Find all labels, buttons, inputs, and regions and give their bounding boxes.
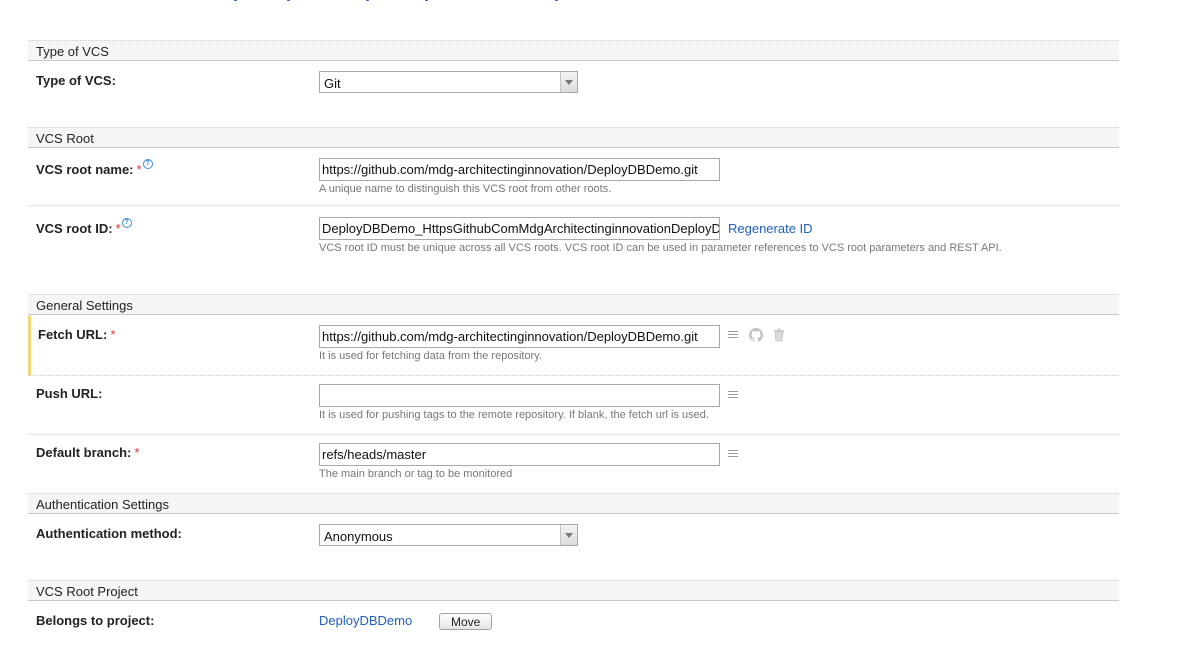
vcs-root-name-input[interactable]: https://github.com/mdg-architectinginnov… <box>319 158 720 181</box>
clipped-top-links <box>0 0 1190 4</box>
vcs-root-name-hint: A unique name to distinguish this VCS ro… <box>319 183 612 195</box>
row-fetch-url: Fetch URL: * https://github.com/mdg-archi… <box>28 316 1119 376</box>
vcs-root-id-label: VCS root ID: *? <box>36 218 132 236</box>
vcs-root-id-input[interactable]: DeployDBDemo_HttpsGithubComMdgArchitecti… <box>319 217 720 240</box>
list-icon[interactable] <box>728 450 738 459</box>
authentication-method-select[interactable]: Anonymous <box>319 524 578 546</box>
help-icon[interactable]: ? <box>121 218 132 228</box>
vcs-root-name-label: VCS root name: *? <box>36 159 153 177</box>
help-icon[interactable]: ? <box>142 159 153 169</box>
project-link[interactable]: DeployDBDemo <box>319 613 412 628</box>
authentication-method-value: Anonymous <box>324 529 393 544</box>
vcs-root-name-label-text: VCS root name: <box>36 162 134 177</box>
fetch-url-label: Fetch URL: * <box>38 327 115 342</box>
row-push-url: Push URL: It is used for pushing tags to… <box>28 376 1119 435</box>
regenerate-id-link[interactable]: Regenerate ID <box>728 221 813 236</box>
push-url-hint: It is used for pushing tags to the remot… <box>319 409 709 421</box>
fetch-url-label-text: Fetch URL: <box>38 327 108 342</box>
fetch-url-hint: It is used for fetching data from the re… <box>319 350 542 362</box>
required-marker: * <box>115 221 121 236</box>
push-url-input[interactable] <box>319 384 720 407</box>
section-type-of-vcs: Type of VCS <box>28 40 1119 61</box>
belongs-to-project-label: Belongs to project: <box>36 613 155 628</box>
vcs-root-id-hint: VCS root ID must be unique across all VC… <box>319 242 1002 254</box>
default-branch-label: Default branch: * <box>36 445 139 460</box>
trash-icon[interactable] <box>773 328 785 342</box>
required-marker: * <box>110 327 116 342</box>
row-default-branch: Default branch: * refs/heads/master The m… <box>28 435 1119 492</box>
default-branch-label-text: Default branch: <box>36 445 132 460</box>
github-icon[interactable] <box>749 328 763 342</box>
required-marker: * <box>134 445 140 460</box>
type-of-vcs-label: Type of VCS: <box>36 73 116 88</box>
push-url-label: Push URL: <box>36 386 103 401</box>
row-authentication-method: Authentication method: Anonymous <box>28 515 1119 555</box>
section-general-settings: General Settings <box>28 294 1119 315</box>
row-type-of-vcs: Type of VCS: Git <box>28 62 1119 102</box>
section-vcs-root-project: VCS Root Project <box>28 580 1119 601</box>
row-vcs-root-id: VCS root ID: *? DeployDBDemo_HttpsGithubC… <box>28 206 1119 268</box>
type-of-vcs-value: Git <box>324 76 341 91</box>
default-branch-hint: The main branch or tag to be monitored <box>319 468 513 480</box>
vcs-root-id-label-text: VCS root ID: <box>36 221 113 236</box>
dropdown-arrow-icon[interactable] <box>560 72 577 92</box>
fetch-url-input[interactable]: https://github.com/mdg-architectinginnov… <box>319 325 720 348</box>
default-branch-input[interactable]: refs/heads/master <box>319 443 720 466</box>
list-icon[interactable] <box>728 391 738 400</box>
move-button[interactable]: Move <box>439 613 493 630</box>
section-authentication-settings: Authentication Settings <box>28 493 1119 514</box>
row-vcs-root-name: VCS root name: *? https://github.com/mdg-… <box>28 149 1119 206</box>
type-of-vcs-select[interactable]: Git <box>319 71 578 93</box>
authentication-method-label: Authentication method: <box>36 526 182 541</box>
section-vcs-root: VCS Root <box>28 127 1119 148</box>
list-icon[interactable] <box>728 331 738 340</box>
row-belongs-to-project: Belongs to project: DeployDBDemo Move <box>28 602 1119 638</box>
dropdown-arrow-icon[interactable] <box>560 525 577 545</box>
required-marker: * <box>136 162 142 177</box>
